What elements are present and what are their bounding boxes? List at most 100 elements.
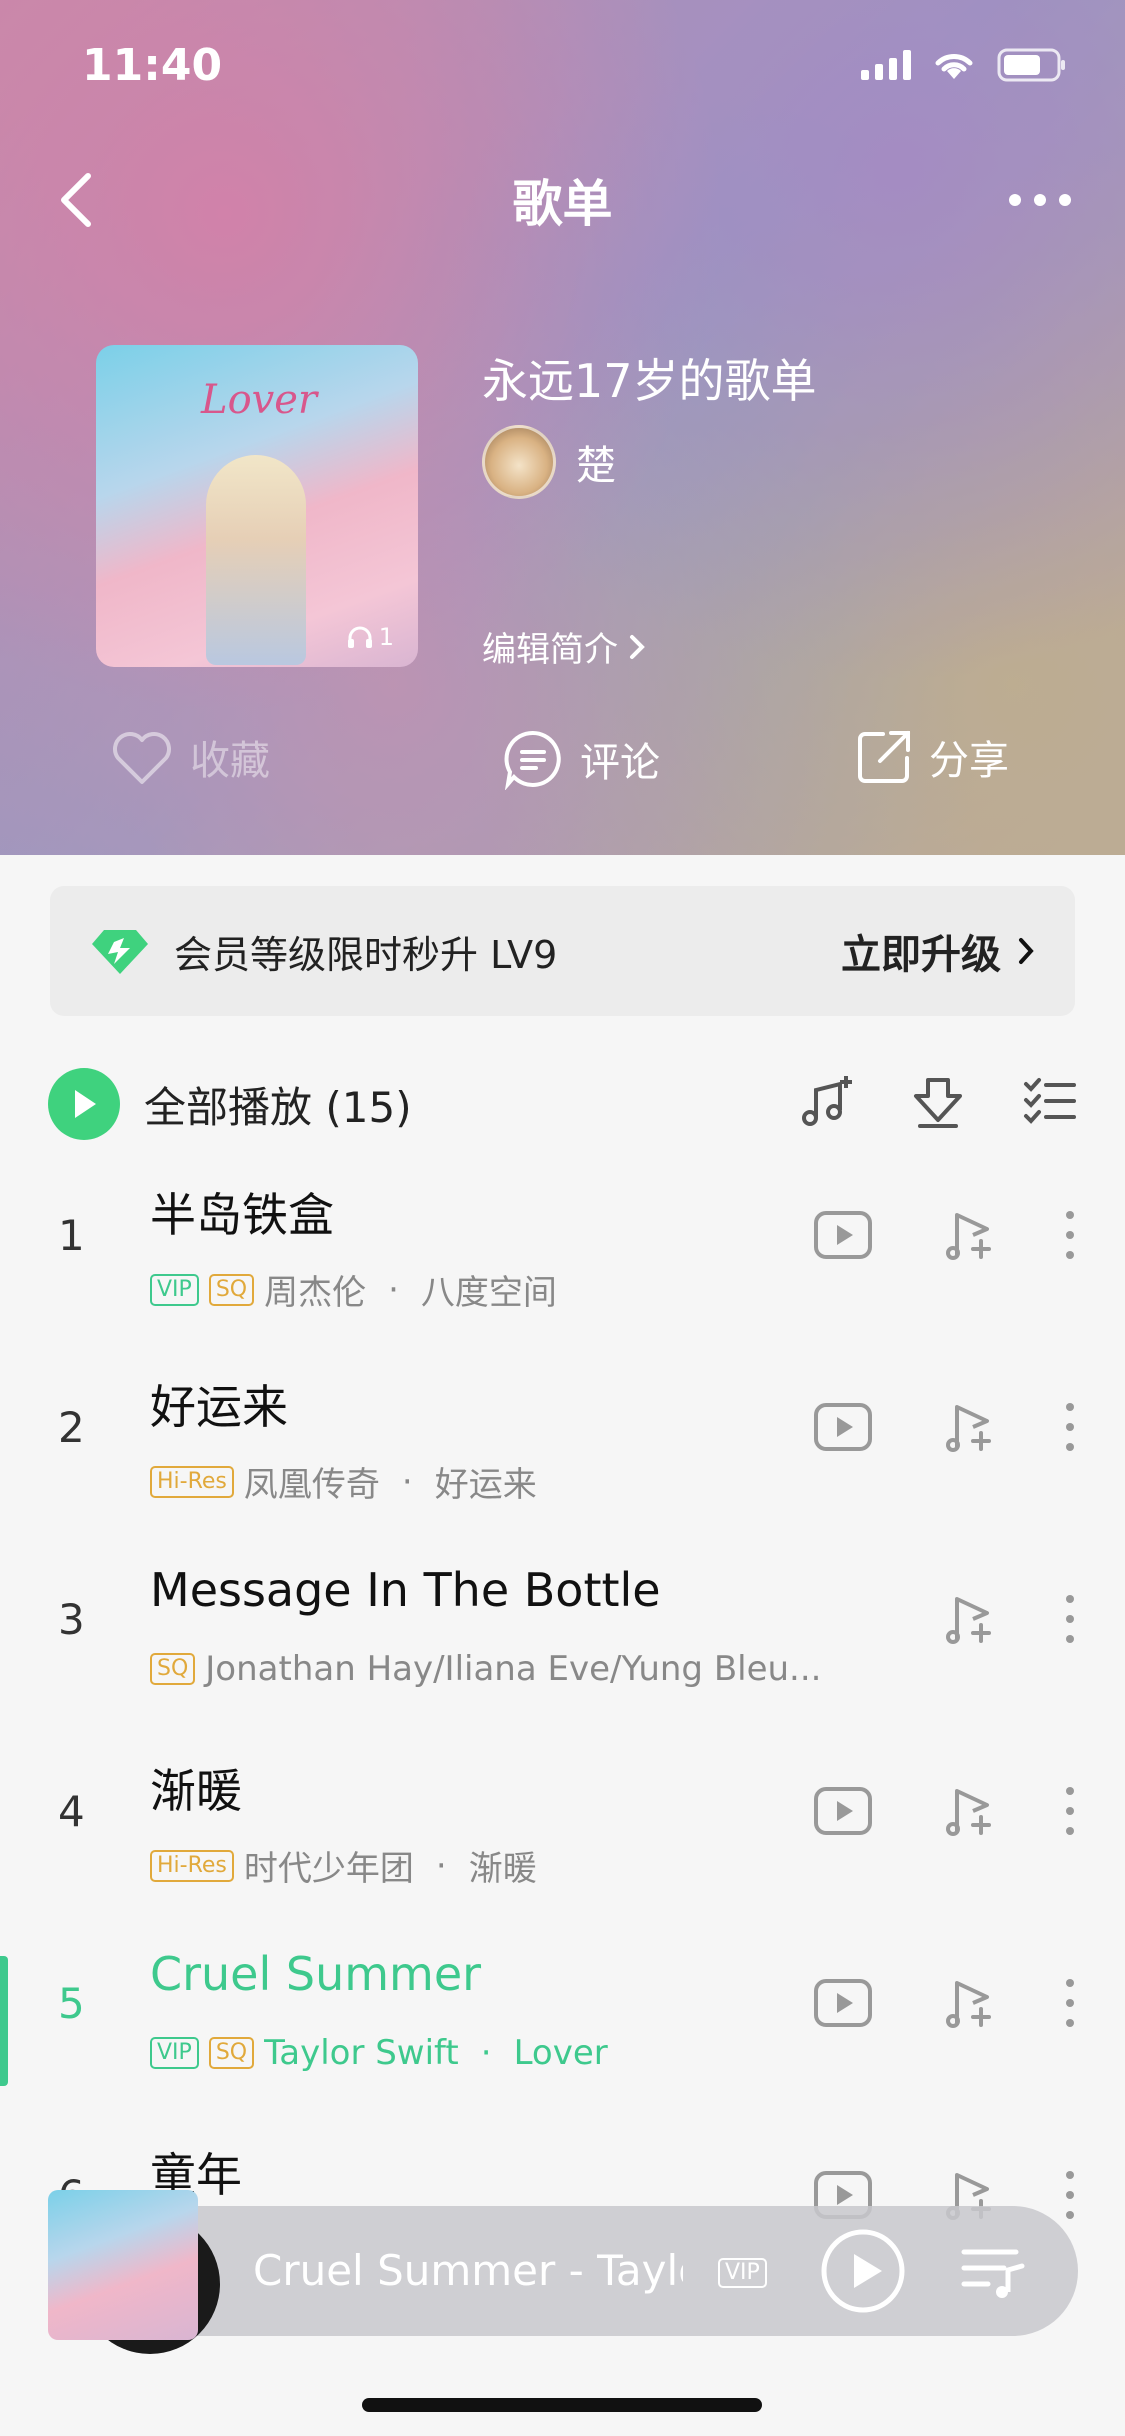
- mv-icon[interactable]: [813, 1786, 873, 1836]
- quality-tag: Hi-Res: [150, 1465, 234, 1498]
- song-row[interactable]: 2 好运来 Hi-Res 凤凰传奇 · 好运来: [0, 1357, 1125, 1547]
- song-row[interactable]: 1 半岛铁盒 VIP SQ 周杰伦 · 八度空间: [0, 1165, 1125, 1355]
- owner-name: 楚: [576, 443, 616, 489]
- song-meta: Hi-Res 凤凰传奇 · 好运来: [150, 1457, 537, 1506]
- promo-text: 会员等级限时秒升 LV9: [174, 932, 558, 977]
- add-music-icon[interactable]: [798, 1074, 854, 1130]
- song-title: Message In The Bottle: [150, 1563, 661, 1617]
- playlist-owner[interactable]: 楚: [482, 425, 616, 499]
- play-all-row: 全部播放 (15): [48, 1068, 1078, 1140]
- more-vertical-icon[interactable]: [1065, 1593, 1075, 1645]
- song-meta: SQ Jonathan Hay/Iliana Eve/Yung Bleu...: [150, 1649, 821, 1689]
- add-to-playlist-icon[interactable]: [943, 1401, 995, 1453]
- vip-promo-banner[interactable]: 会员等级限时秒升 LV9 立即升级: [50, 886, 1075, 1016]
- edit-intro-link[interactable]: 编辑简介: [482, 622, 646, 671]
- signal-icon: [861, 50, 911, 80]
- separator: ·: [435, 1845, 447, 1886]
- quality-tag: VIP: [150, 1273, 199, 1306]
- song-album: 八度空间: [420, 1273, 557, 1313]
- song-index: 2: [58, 1403, 85, 1452]
- mv-icon[interactable]: [813, 1210, 873, 1260]
- download-icon[interactable]: [910, 1074, 966, 1130]
- song-meta: VIP SQ 周杰伦 · 八度空间: [150, 1265, 557, 1314]
- add-to-playlist-icon[interactable]: [943, 1209, 995, 1261]
- cover-lover-text: Lover: [201, 377, 318, 423]
- play-icon: [75, 1090, 96, 1118]
- headphones-icon: [347, 626, 372, 648]
- song-title: Cruel Summer: [150, 1947, 482, 2001]
- play-count: 1: [347, 623, 394, 651]
- share-button[interactable]: 分享: [855, 728, 1009, 786]
- chevron-right-icon: [1019, 938, 1034, 964]
- song-row[interactable]: 4 渐暖 Hi-Res 时代少年团 · 渐暖: [0, 1741, 1125, 1931]
- song-album: 好运来: [434, 1465, 537, 1505]
- song-actions: [813, 1593, 1075, 1645]
- song-actions: [813, 1209, 1075, 1261]
- mv-icon[interactable]: [813, 1402, 873, 1452]
- battery-icon: [997, 48, 1067, 82]
- avatar[interactable]: [482, 425, 556, 499]
- song-artist: 周杰伦: [264, 1273, 367, 1313]
- song-artist: 凤凰传奇: [243, 1465, 380, 1505]
- play-all-text: 全部播放: [144, 1082, 313, 1132]
- song-meta: Hi-Res 时代少年团 · 渐暖: [150, 1841, 537, 1890]
- status-icons: [861, 48, 1067, 82]
- song-album: Lover: [513, 2033, 608, 2073]
- more-vertical-icon[interactable]: [1065, 2169, 1075, 2221]
- song-row[interactable]: 3 Message In The Bottle SQ Jonathan Hay/I…: [0, 1549, 1125, 1739]
- upgrade-label: 立即升级: [841, 932, 1001, 978]
- upgrade-button[interactable]: 立即升级: [841, 922, 1035, 980]
- more-vertical-icon[interactable]: [1065, 1785, 1075, 1837]
- song-title: 好运来: [150, 1380, 288, 1434]
- more-vertical-icon[interactable]: [1065, 1209, 1075, 1261]
- mini-play-button[interactable]: [820, 2228, 906, 2314]
- mini-player-cover[interactable]: [48, 2190, 198, 2340]
- share-label: 分享: [929, 738, 1009, 784]
- wifi-icon: [933, 49, 975, 81]
- comment-button[interactable]: 评论: [502, 728, 660, 790]
- play-all-label[interactable]: 全部播放 (15): [144, 1074, 412, 1135]
- separator: ·: [480, 2033, 492, 2073]
- edit-intro-label: 编辑简介: [482, 630, 618, 670]
- play-all-button[interactable]: [48, 1068, 120, 1140]
- quality-tag: SQ: [208, 2037, 255, 2069]
- list-tools: [798, 1074, 1078, 1130]
- song-actions: [813, 1401, 1075, 1453]
- comment-icon: [504, 730, 561, 790]
- quality-tag: VIP: [150, 2037, 199, 2069]
- playlist-queue-icon[interactable]: [960, 2244, 1026, 2300]
- song-artist: 时代少年团: [243, 1849, 414, 1889]
- song-actions: [813, 1785, 1075, 1837]
- home-indicator: [362, 2398, 762, 2412]
- page-title: 歌单: [512, 175, 613, 233]
- quality-tag: SQ: [150, 1653, 196, 1685]
- song-title: 渐暖: [150, 1764, 242, 1818]
- song-count: (15): [325, 1082, 412, 1132]
- cover-figure: [206, 455, 306, 665]
- more-button[interactable]: [1005, 185, 1075, 215]
- play-count-value: 1: [378, 623, 394, 651]
- playlist-cover[interactable]: Lover 1: [96, 345, 418, 667]
- add-to-playlist-icon[interactable]: [943, 1785, 995, 1837]
- mini-player-title[interactable]: Cruel Summer - Taylor Swift: [253, 2246, 683, 2295]
- song-artist: Taylor Swift: [264, 2033, 459, 2073]
- playlist-title: 永远17岁的歌单: [482, 354, 817, 408]
- quality-tag: Hi-Res: [150, 1849, 234, 1882]
- add-to-playlist-icon[interactable]: [943, 1593, 995, 1645]
- song-index: 3: [58, 1595, 85, 1644]
- song-index: 1: [58, 1211, 85, 1260]
- multi-select-icon[interactable]: [1022, 1074, 1078, 1130]
- favorite-button[interactable]: 收藏: [110, 728, 270, 786]
- chevron-right-icon: [630, 634, 645, 659]
- song-meta: VIP SQ Taylor Swift · Lover: [150, 2033, 608, 2073]
- separator: ·: [401, 1461, 413, 1502]
- mv-icon[interactable]: [813, 1978, 873, 2028]
- song-artist: Jonathan Hay/Iliana Eve/Yung Bleu...: [205, 1649, 822, 1689]
- more-vertical-icon[interactable]: [1065, 1977, 1075, 2029]
- more-vertical-icon[interactable]: [1065, 1401, 1075, 1453]
- song-row[interactable]: 5 Cruel Summer VIP SQ Taylor Swift · Lover: [0, 1933, 1125, 2123]
- song-title: 半岛铁盒: [150, 1188, 334, 1242]
- song-index: 5: [58, 1979, 85, 2028]
- add-to-playlist-icon[interactable]: [943, 1977, 995, 2029]
- diamond-icon: [92, 930, 148, 974]
